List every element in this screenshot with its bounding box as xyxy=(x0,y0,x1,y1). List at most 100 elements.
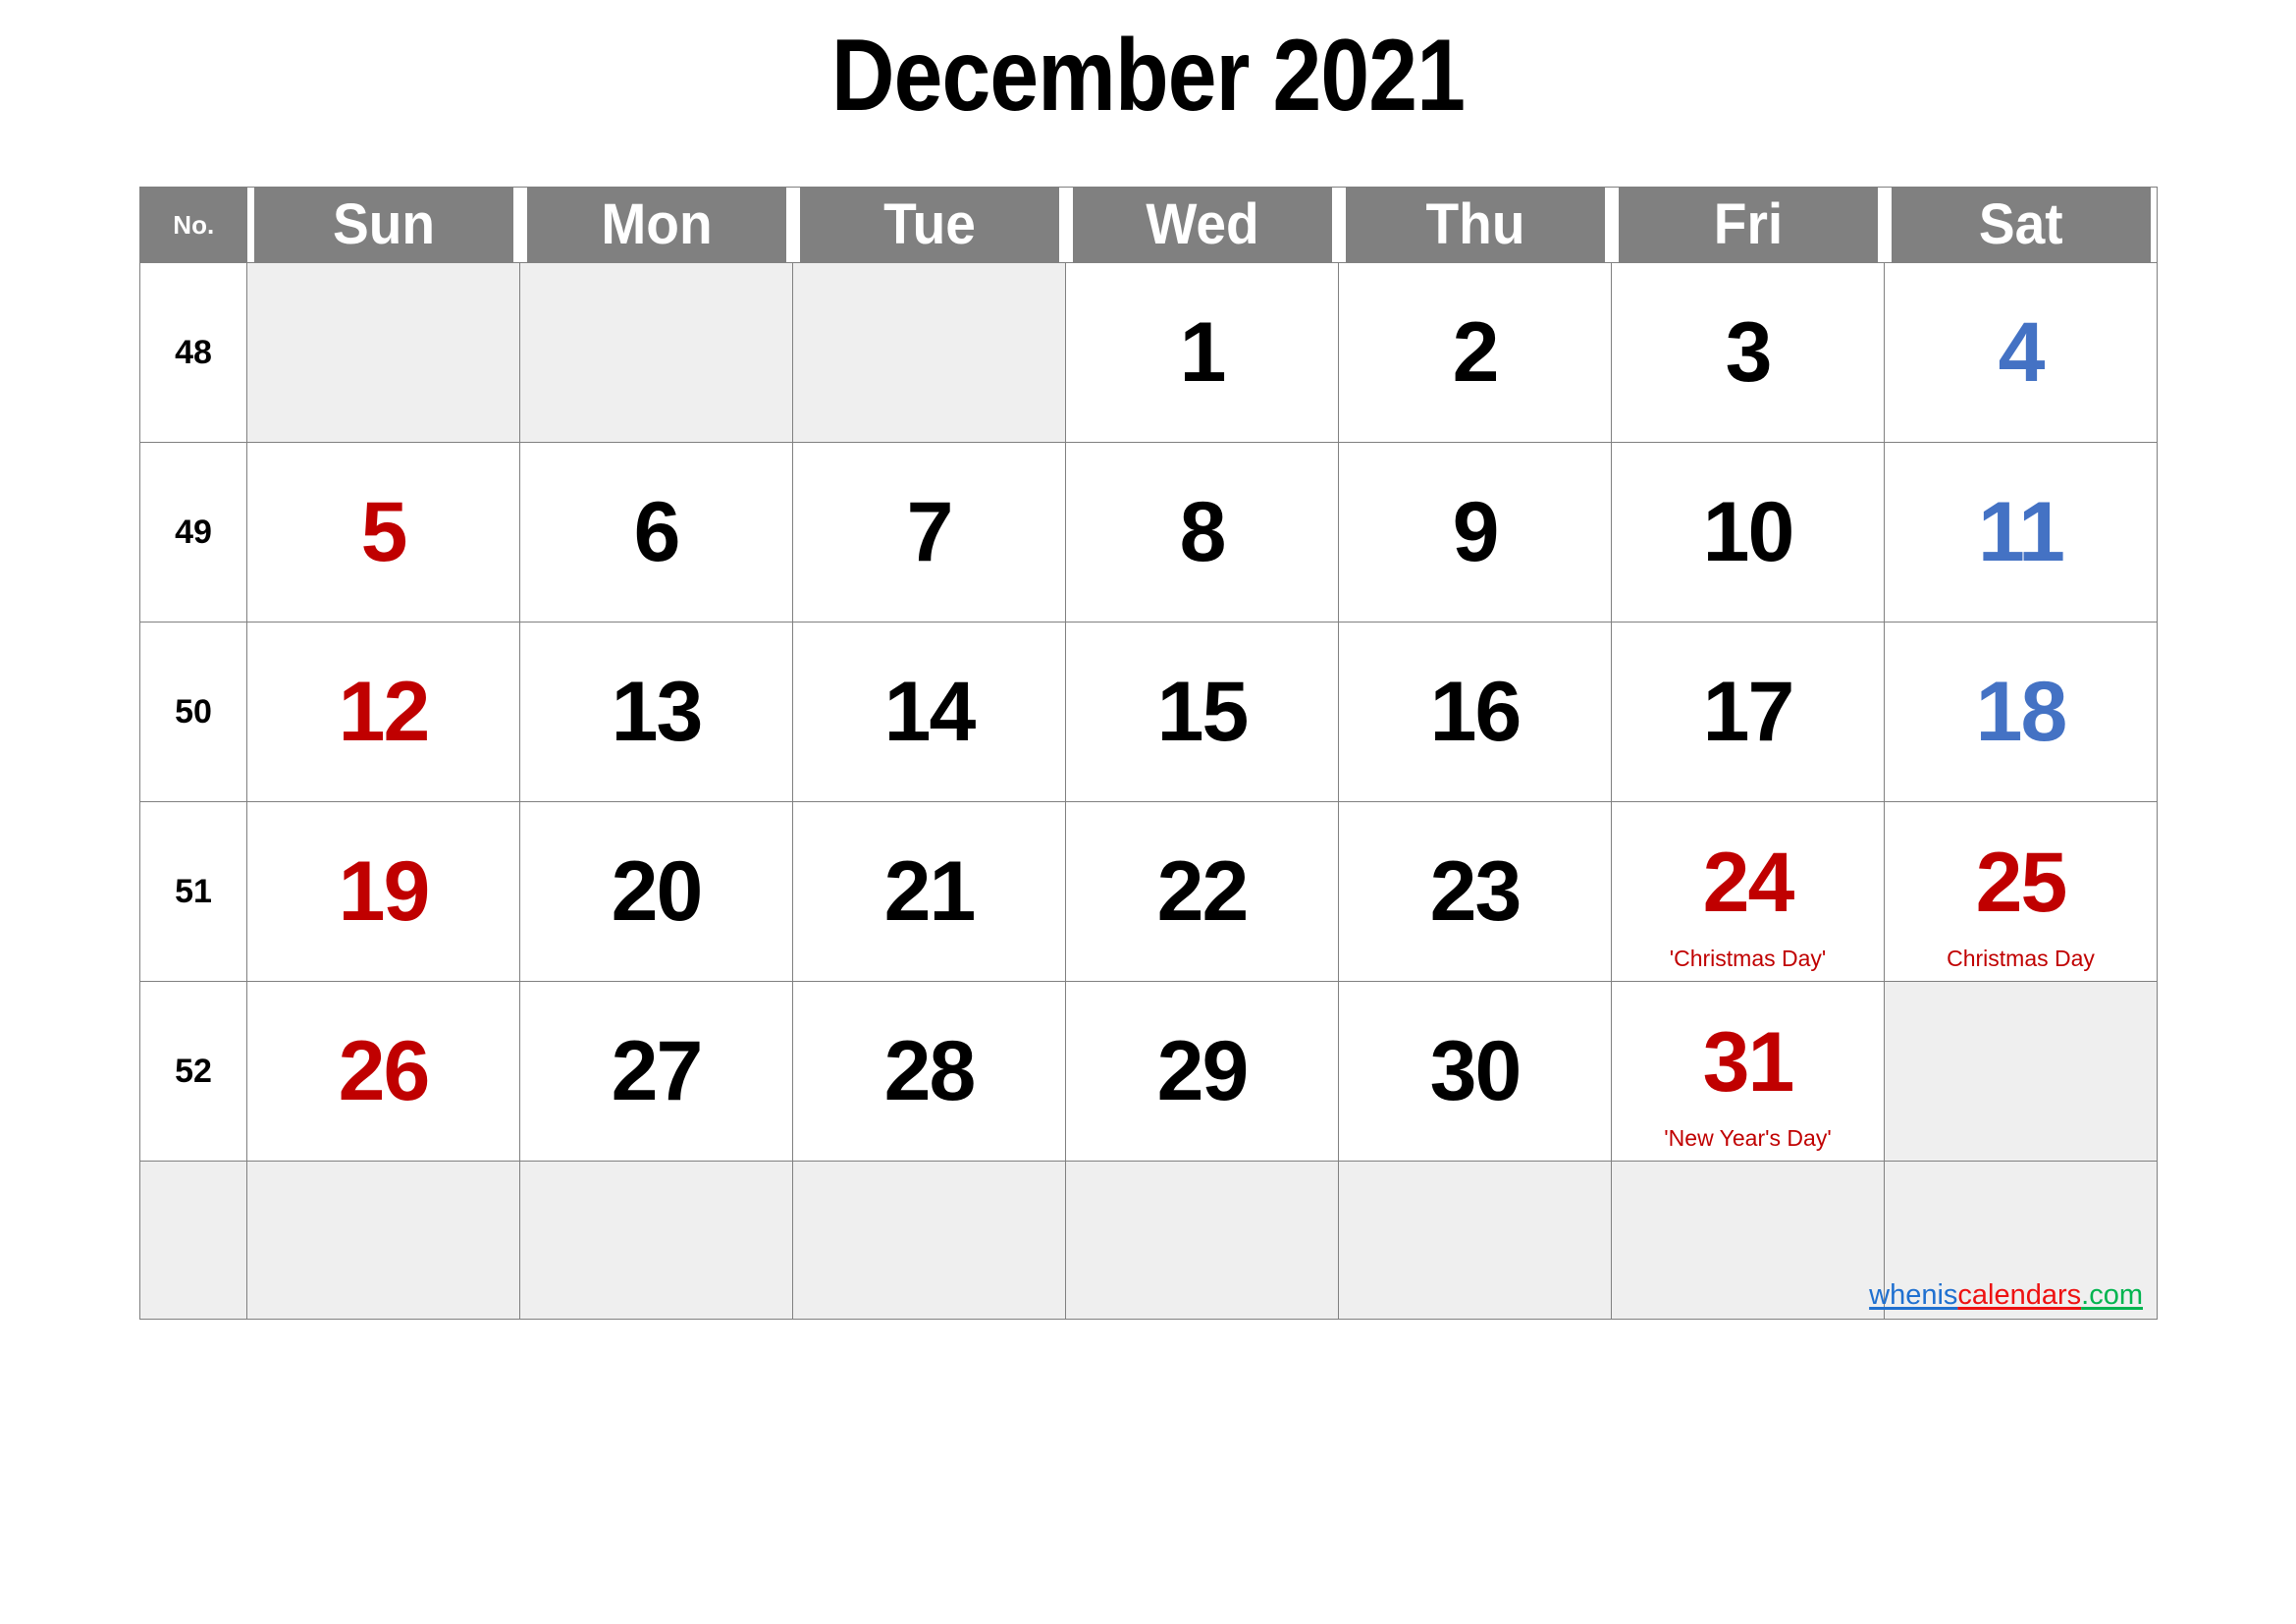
day-cell[interactable]: 8 xyxy=(1065,442,1339,623)
day-cell[interactable]: 10 xyxy=(1611,442,1885,623)
page-title: December 2021 xyxy=(830,19,1466,133)
day-number: 28 xyxy=(883,1024,977,1118)
day-number: 23 xyxy=(1429,844,1522,939)
day-cell-empty xyxy=(246,262,520,443)
day-cell[interactable]: 9 xyxy=(1338,442,1612,623)
day-cell[interactable]: 6 xyxy=(519,442,793,623)
day-number: 9 xyxy=(1452,485,1500,579)
day-cell[interactable]: 4 xyxy=(1884,262,2158,443)
day-number: 14 xyxy=(883,665,977,759)
watermark-part-1: whenis xyxy=(1869,1279,1958,1311)
week-number-cell: 50 xyxy=(139,622,247,802)
calendar-week-row: 52 26 27 28 29 30 31 'New Year's Day' xyxy=(139,981,2158,1162)
footer-week-no-cell xyxy=(139,1161,247,1320)
day-cell[interactable]: 7 xyxy=(792,442,1066,623)
day-cell[interactable]: 16 xyxy=(1338,622,1612,802)
day-cell-empty xyxy=(519,262,793,443)
calendar-body: 48 1 2 3 4 49 5 6 7 8 9 10 11 50 12 13 14 15 16 17 18 51 19 20 2… xyxy=(139,262,2158,1320)
day-number: 26 xyxy=(338,1024,431,1118)
header-week-no: No. xyxy=(139,187,247,263)
week-number-cell: 49 xyxy=(139,442,247,623)
day-cell[interactable]: 1 xyxy=(1065,262,1339,443)
holiday-label: 'Christmas Day' xyxy=(1669,946,1827,971)
footer-filler-cell xyxy=(1338,1161,1612,1320)
week-number-cell: 52 xyxy=(139,981,247,1162)
calendar-footer-row: wheniscalendars.com xyxy=(139,1161,2158,1320)
day-cell[interactable]: 30 xyxy=(1338,981,1612,1162)
header-day-sun: Sun xyxy=(253,187,513,263)
header-day-wed: Wed xyxy=(1072,187,1332,263)
day-cell[interactable]: 24 'Christmas Day' xyxy=(1611,801,1885,982)
holiday-label: 'New Year's Day' xyxy=(1664,1125,1832,1151)
day-number: 6 xyxy=(633,485,681,579)
calendar-week-row: 51 19 20 21 22 23 24 'Christmas Day' 25 Christmas… xyxy=(139,801,2158,982)
day-number: 20 xyxy=(611,844,704,939)
day-cell[interactable]: 29 xyxy=(1065,981,1339,1162)
header-day-thu: Thu xyxy=(1345,187,1605,263)
day-number: 29 xyxy=(1156,1024,1250,1118)
header-day-mon: Mon xyxy=(526,187,786,263)
calendar-week-row: 48 1 2 3 4 xyxy=(139,262,2158,443)
day-number: 8 xyxy=(1179,485,1227,579)
watermark-link[interactable]: wheniscalendars.com xyxy=(1869,1279,2143,1311)
footer-filler-cell xyxy=(1065,1161,1339,1320)
day-cell[interactable]: 26 xyxy=(246,981,520,1162)
calendar-week-row: 50 12 13 14 15 16 17 18 xyxy=(139,622,2158,802)
day-number: 27 xyxy=(611,1024,704,1118)
day-cell[interactable]: 15 xyxy=(1065,622,1339,802)
day-cell[interactable]: 3 xyxy=(1611,262,1885,443)
day-cell[interactable]: 12 xyxy=(246,622,520,802)
day-cell[interactable]: 5 xyxy=(246,442,520,623)
day-cell[interactable]: 13 xyxy=(519,622,793,802)
day-cell[interactable]: 19 xyxy=(246,801,520,982)
header-day-sat: Sat xyxy=(1891,187,2151,263)
day-number: 10 xyxy=(1702,485,1795,579)
week-number-cell: 48 xyxy=(139,262,247,443)
day-number: 21 xyxy=(883,844,977,939)
day-number: 31 xyxy=(1702,1015,1795,1110)
day-cell[interactable]: 25 Christmas Day xyxy=(1884,801,2158,982)
day-cell[interactable]: 14 xyxy=(792,622,1066,802)
day-cell[interactable]: 28 xyxy=(792,981,1066,1162)
holiday-label: Christmas Day xyxy=(1947,946,2095,971)
week-number-cell: 51 xyxy=(139,801,247,982)
day-number: 17 xyxy=(1702,665,1795,759)
footer-filler-cell xyxy=(1611,1161,1885,1320)
calendar-page: December 2021 No. Sun Mon Tue Wed Thu Fr… xyxy=(0,0,2296,1624)
day-number: 15 xyxy=(1156,665,1250,759)
day-number: 13 xyxy=(611,665,704,759)
day-cell[interactable]: 27 xyxy=(519,981,793,1162)
day-cell[interactable]: 23 xyxy=(1338,801,1612,982)
day-number: 25 xyxy=(1975,836,2068,930)
day-number: 19 xyxy=(338,844,431,939)
day-number: 18 xyxy=(1975,665,2068,759)
calendar-container: No. Sun Mon Tue Wed Thu Fri Sat 48 1 2 3 4 49… xyxy=(139,187,2158,1320)
day-cell[interactable]: 31 'New Year's Day' xyxy=(1611,981,1885,1162)
day-number: 30 xyxy=(1429,1024,1522,1118)
day-cell[interactable]: 20 xyxy=(519,801,793,982)
day-cell[interactable]: 21 xyxy=(792,801,1066,982)
day-number: 2 xyxy=(1452,305,1500,400)
day-cell-empty xyxy=(792,262,1066,443)
header-day-fri: Fri xyxy=(1618,187,1878,263)
footer-filler-cell xyxy=(792,1161,1066,1320)
day-cell-empty xyxy=(1884,981,2158,1162)
calendar-header: No. Sun Mon Tue Wed Thu Fri Sat xyxy=(139,187,2158,263)
day-cell[interactable]: 2 xyxy=(1338,262,1612,443)
day-cell[interactable]: 18 xyxy=(1884,622,2158,802)
header-row: No. Sun Mon Tue Wed Thu Fri Sat xyxy=(139,187,2158,263)
day-number: 22 xyxy=(1156,844,1250,939)
day-number: 4 xyxy=(1998,305,2046,400)
day-cell[interactable]: 11 xyxy=(1884,442,2158,623)
day-number: 12 xyxy=(338,665,431,759)
day-number: 11 xyxy=(1978,485,2065,579)
day-number: 24 xyxy=(1702,836,1795,930)
watermark-part-2: calendars xyxy=(1957,1279,2082,1311)
day-number: 3 xyxy=(1725,305,1773,400)
day-cell[interactable]: 22 xyxy=(1065,801,1339,982)
calendar-table: No. Sun Mon Tue Wed Thu Fri Sat 48 1 2 3 4 49… xyxy=(139,187,2158,1320)
day-cell[interactable]: 17 xyxy=(1611,622,1885,802)
day-number: 16 xyxy=(1429,665,1522,759)
watermark-part-3: .com xyxy=(2081,1279,2143,1311)
footer-filler-cell xyxy=(246,1161,520,1320)
